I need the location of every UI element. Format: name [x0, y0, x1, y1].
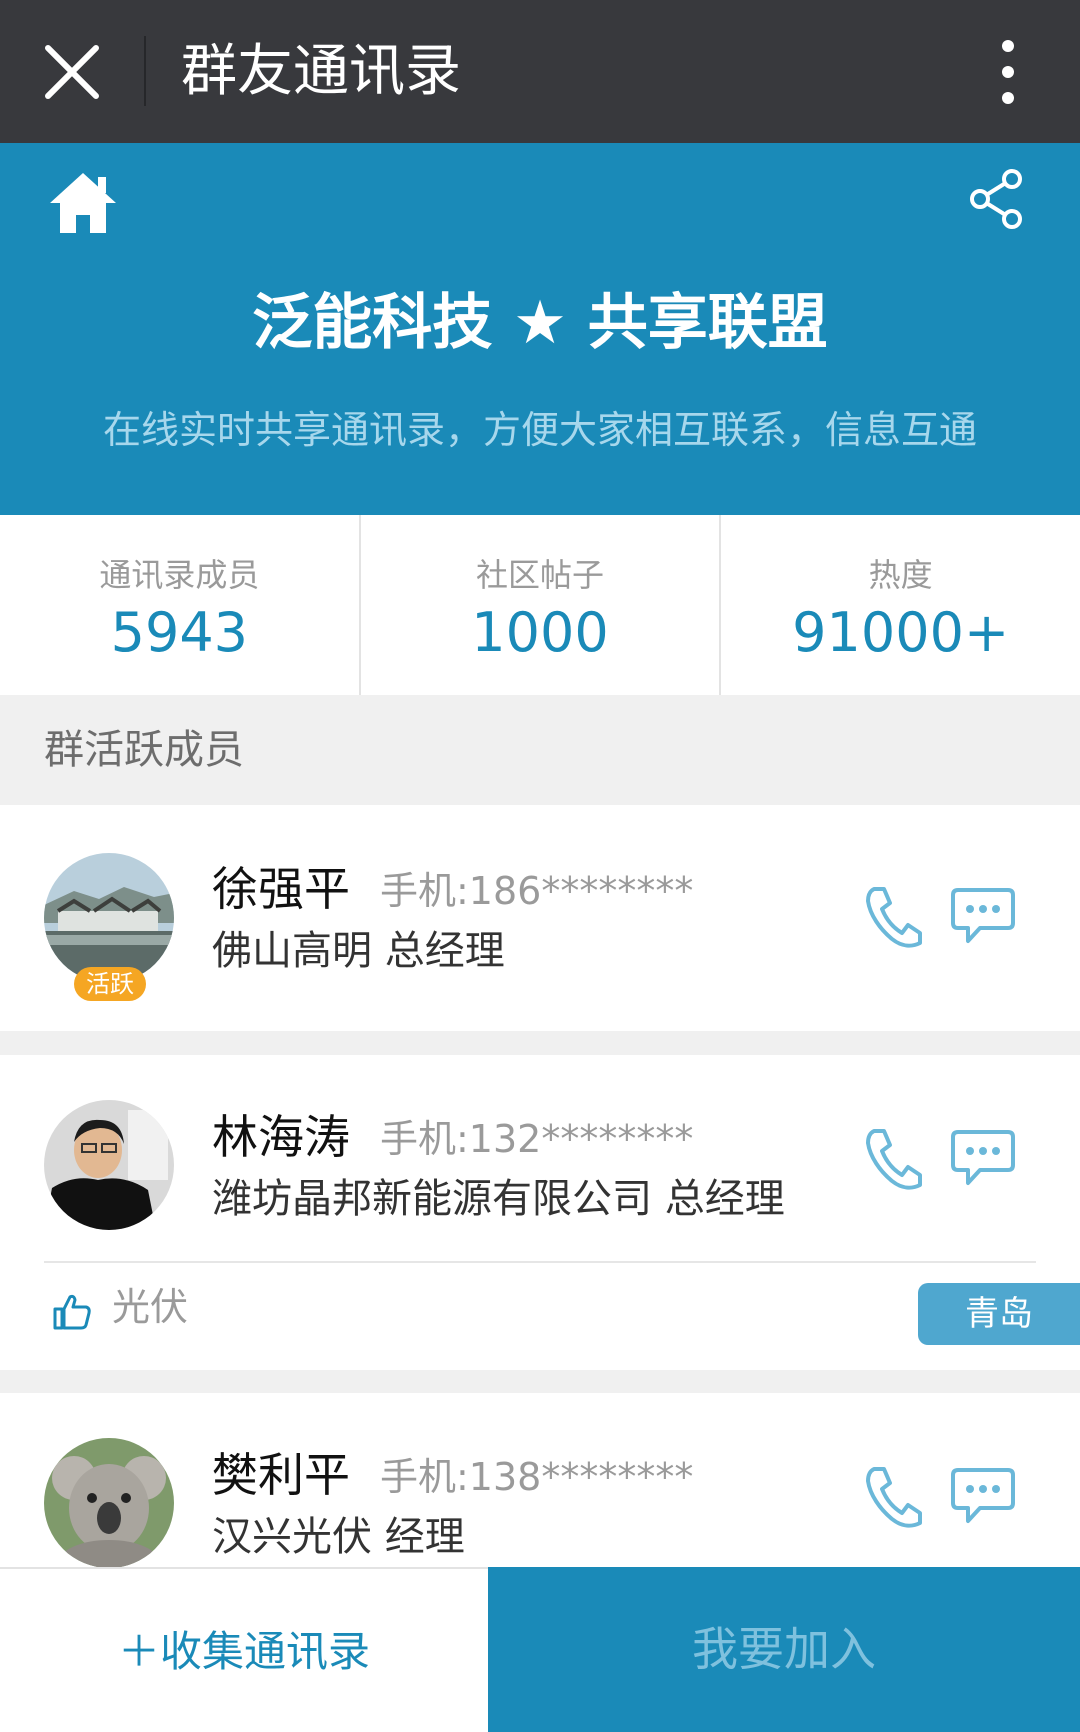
member-phone: 手机:186********	[380, 869, 694, 913]
member-phone: 手机:132********	[380, 1117, 694, 1161]
member-company: 潍坊晶邦新能源有限公司 总经理	[212, 1176, 785, 1222]
collect-contacts-button[interactable]: ＋收集通讯录	[0, 1567, 488, 1732]
share-icon[interactable]	[966, 167, 1026, 231]
stat-value: 5943	[110, 601, 249, 664]
topbar-divider	[144, 36, 146, 106]
message-icon[interactable]	[950, 1129, 1016, 1187]
avatar	[44, 1438, 174, 1567]
stat-label: 社区帖子	[476, 556, 605, 594]
member-company: 汉兴光伏 经理	[212, 1514, 465, 1560]
member-phone: 手机:138********	[380, 1455, 694, 1499]
card-divider	[44, 1261, 1036, 1263]
page-title: 群友通讯录	[181, 39, 461, 104]
section-title: 群活跃成员	[44, 727, 244, 773]
more-icon[interactable]	[994, 38, 1022, 106]
thumbs-up-icon[interactable]	[52, 1293, 92, 1331]
section-header: 群活跃成员	[0, 695, 1080, 805]
bottom-bar: ＋收集通讯录 我要加入	[0, 1567, 1080, 1732]
status-badge: 活跃	[74, 967, 146, 1001]
stat-value: 1000	[471, 601, 609, 664]
top-bar: 群友通讯录	[0, 0, 1080, 143]
group-subtitle: 在线实时共享通讯录，方便大家相互联系，信息互通	[102, 408, 977, 452]
city-tag[interactable]: 青岛	[918, 1283, 1080, 1345]
message-icon[interactable]	[950, 1467, 1016, 1525]
phone-icon[interactable]	[862, 1465, 922, 1529]
member-name: 徐强平	[212, 862, 350, 916]
member-name: 林海涛	[212, 1110, 350, 1164]
stat-value: 91000+	[792, 601, 1010, 664]
stats-bar: 通讯录成员 5943 社区帖子 1000 热度 91000+	[0, 515, 1080, 695]
message-icon[interactable]	[950, 887, 1016, 945]
member-card[interactable]: 林海涛 手机:132******** 潍坊晶邦新能源有限公司 总经理 光伏 青岛	[0, 1055, 1080, 1370]
member-card[interactable]: 活跃 徐强平 手机:186******** 佛山高明 总经理	[0, 805, 1080, 1031]
close-icon[interactable]	[40, 40, 104, 104]
stat-heat[interactable]: 热度 91000+	[721, 515, 1080, 695]
avatar	[44, 1100, 174, 1230]
stat-posts[interactable]: 社区帖子 1000	[361, 515, 722, 695]
home-icon[interactable]	[48, 171, 118, 235]
stat-label: 热度	[868, 556, 933, 594]
phone-icon[interactable]	[862, 1127, 922, 1191]
member-name: 樊利平	[212, 1448, 350, 1502]
phone-icon[interactable]	[862, 885, 922, 949]
avatar	[44, 853, 174, 983]
stat-members[interactable]: 通讯录成员 5943	[0, 515, 361, 695]
stat-label: 通讯录成员	[99, 556, 260, 594]
group-header: 泛能科技 ★ 共享联盟 在线实时共享通讯录，方便大家相互联系，信息互通	[0, 143, 1080, 515]
member-company: 佛山高明 总经理	[212, 928, 505, 974]
industry-tag: 光伏	[112, 1285, 189, 1329]
member-card[interactable]: 樊利平 手机:138******** 汉兴光伏 经理	[0, 1393, 1080, 1567]
group-title: 泛能科技 ★ 共享联盟	[252, 288, 828, 358]
join-button[interactable]: 我要加入	[488, 1567, 1080, 1732]
